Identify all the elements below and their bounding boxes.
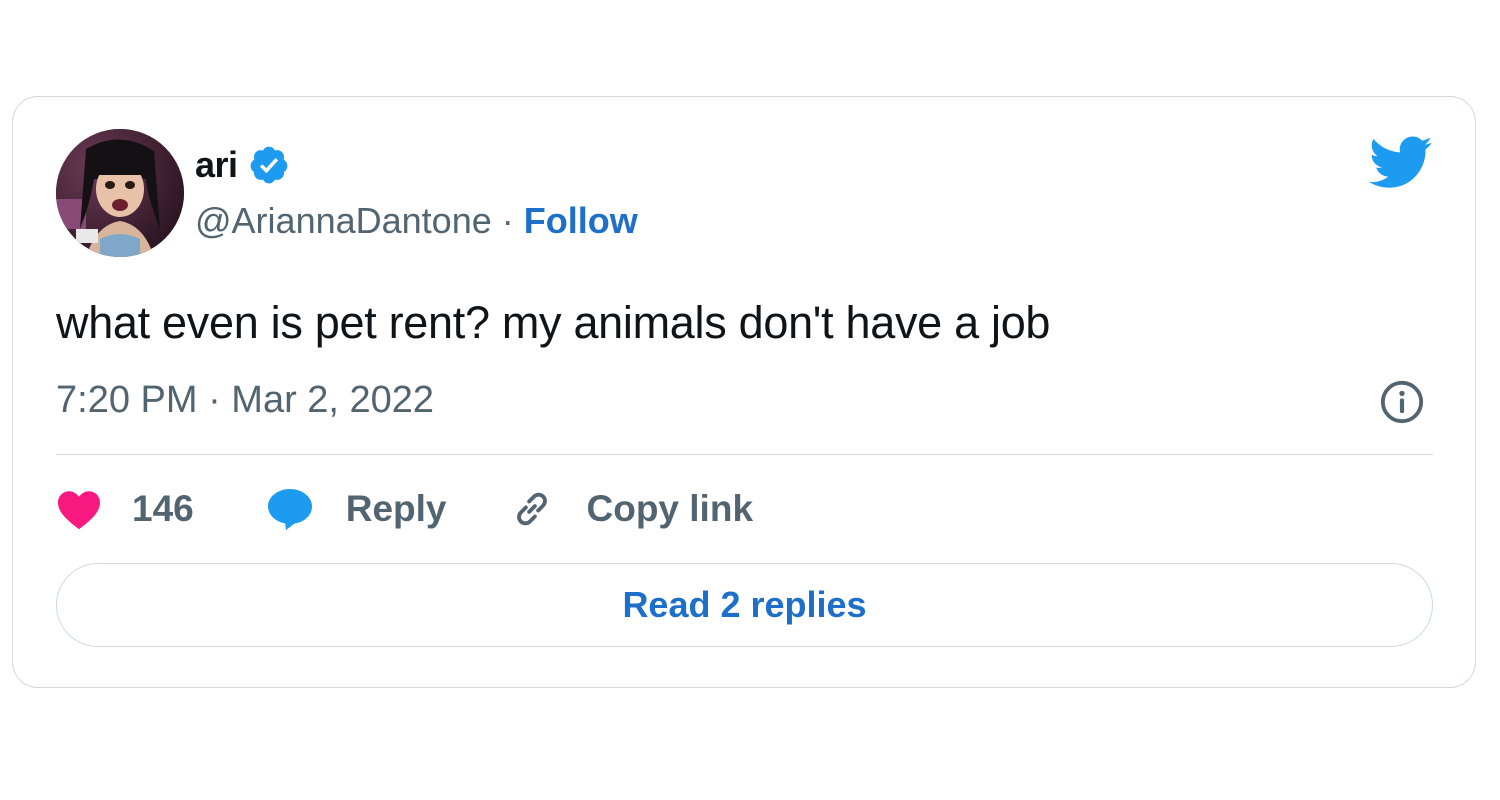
author-handle[interactable]: @AriannaDantone [195,200,492,242]
like-count: 146 [132,488,194,529]
copy-link-label: Copy link [586,488,754,529]
author-handle-row: @AriannaDantone · Follow [195,199,638,243]
display-name[interactable]: ari [195,144,238,186]
read-replies-label: Read 2 replies [622,584,867,625]
divider [56,454,1433,455]
speech-bubble-icon [266,487,314,531]
avatar-image [56,129,184,257]
like-button[interactable]: 146 [56,488,194,530]
follow-link[interactable]: Follow [524,200,638,242]
heart-icon [56,488,102,530]
link-icon [509,486,555,532]
author-name-row: ari [195,143,292,187]
twitter-bird-icon[interactable] [1369,135,1433,191]
tweet-card: ari @AriannaDantone · Follow what even i… [12,96,1476,688]
reply-label: Reply [345,488,447,529]
separator-dot: · [501,200,514,241]
reply-button[interactable]: Reply [266,487,447,531]
info-icon[interactable] [1379,379,1425,425]
verified-badge-icon [248,143,292,187]
tweet-timestamp[interactable]: 7:20 PM · Mar 2, 2022 [56,379,434,422]
avatar[interactable] [56,129,184,257]
tweet-actions: 146 Reply Copy link [56,482,753,536]
tweet-text: what even is pet rent? my animals don't … [56,297,1051,348]
copy-link-button[interactable]: Copy link [509,486,754,532]
read-replies-button[interactable]: Read 2 replies [56,563,1433,647]
